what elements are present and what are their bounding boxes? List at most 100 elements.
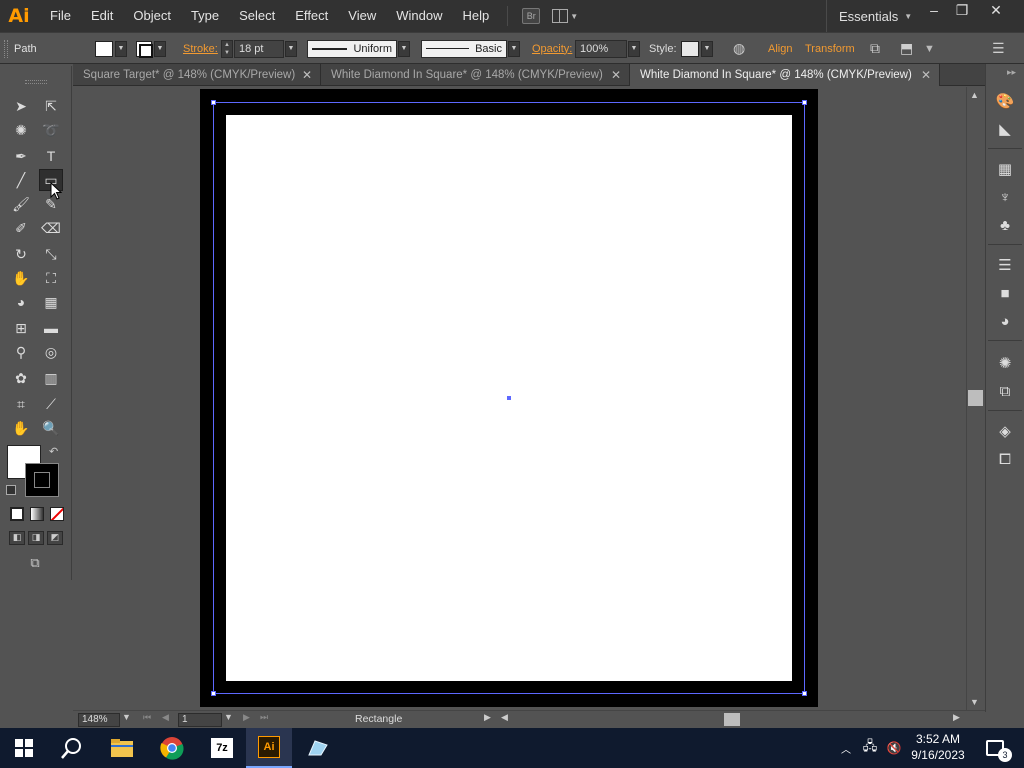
graphic-style-control[interactable]: ▼: [681, 33, 713, 64]
close-tab-icon[interactable]: ✕: [921, 68, 931, 82]
tools-panel-grip[interactable]: [25, 80, 47, 84]
horizontal-scroll-thumb[interactable]: [724, 713, 740, 726]
blob-brush-tool-icon[interactable]: ✐: [9, 217, 33, 239]
menu-select[interactable]: Select: [229, 0, 285, 32]
menu-edit[interactable]: Edit: [81, 0, 123, 32]
appearance-icon[interactable]: ✺: [994, 354, 1016, 374]
transform-panel-link[interactable]: Transform: [805, 33, 855, 64]
expand-panels-icon[interactable]: ▸▸: [1007, 67, 1016, 78]
tab-white-diamond-1[interactable]: White Diamond In Square* @ 148% (CMYK/Pr…: [321, 64, 630, 86]
layers-icon[interactable]: ◈: [994, 422, 1016, 442]
artboards-icon[interactable]: ⧠: [994, 450, 1016, 470]
network-icon[interactable]: 🖧: [860, 728, 880, 768]
menu-window[interactable]: Window: [386, 0, 452, 32]
menu-effect[interactable]: Effect: [285, 0, 338, 32]
draw-behind-icon[interactable]: ◨: [28, 531, 44, 545]
color-icon[interactable]: ◣: [994, 120, 1016, 140]
recolor-artwork-icon[interactable]: ◍: [733, 33, 745, 64]
slice-tool-icon[interactable]: ⟋: [39, 393, 63, 415]
fill-control[interactable]: ▼: [95, 33, 127, 64]
stroke-color-control[interactable]: ▼: [136, 33, 166, 64]
zoom-tool-icon[interactable]: 🔍: [39, 417, 63, 439]
selection-handle[interactable]: [211, 100, 216, 105]
opacity-panel-link[interactable]: Opacity:: [532, 33, 572, 64]
previous-artboard-icon[interactable]: ◀: [162, 712, 169, 723]
scale-tool-icon[interactable]: ⤡: [39, 243, 63, 265]
scroll-up-icon[interactable]: ▲: [970, 90, 979, 100]
stroke-icon[interactable]: ☰: [994, 256, 1016, 276]
shape-builder-tool-icon[interactable]: ◕: [9, 291, 33, 313]
gradient-icon[interactable]: ■: [994, 284, 1016, 304]
scroll-left-icon[interactable]: ◀: [501, 712, 508, 723]
start-icon[interactable]: [0, 728, 48, 768]
arrange-documents-button[interactable]: ▼: [552, 9, 578, 23]
chevron-down-icon[interactable]: ▼: [224, 712, 233, 722]
volume-muted-icon[interactable]: 🔇: [884, 728, 904, 768]
close-tab-icon[interactable]: ✕: [302, 68, 312, 82]
chrome-icon[interactable]: [148, 728, 196, 768]
swatches-icon[interactable]: ▦: [994, 160, 1016, 180]
menu-view[interactable]: View: [338, 0, 386, 32]
chevron-down-icon[interactable]: ▼: [122, 712, 131, 722]
action-center-icon[interactable]: 3: [980, 728, 1012, 768]
show-hidden-icons[interactable]: ︿: [836, 728, 856, 768]
line-segment-tool-icon[interactable]: ╱: [9, 169, 33, 191]
last-artboard-icon[interactable]: ⏭: [260, 712, 268, 723]
selection-tool-icon[interactable]: ➤: [9, 95, 33, 117]
selection-handle[interactable]: [802, 100, 807, 105]
color-mode-icon[interactable]: [10, 507, 24, 521]
vertical-scroll-thumb[interactable]: [968, 390, 983, 406]
7zip-icon[interactable]: 7z: [198, 728, 246, 768]
stroke-color-swatch[interactable]: [25, 463, 59, 497]
first-artboard-icon[interactable]: ⏮: [143, 712, 151, 723]
variable-width-profile[interactable]: Uniform ▼: [307, 33, 410, 64]
close-tab-icon[interactable]: ✕: [611, 68, 621, 82]
pen-tool-icon[interactable]: ✒: [9, 145, 33, 167]
tab-square-target[interactable]: Square Target* @ 148% (CMYK/Preview) ✕: [73, 64, 321, 86]
style-swatch[interactable]: [681, 40, 699, 57]
gradient-mode-icon[interactable]: [30, 507, 44, 521]
chevron-down-icon[interactable]: ▼: [398, 40, 410, 57]
stroke-weight-stepper[interactable]: ▲ ▼: [221, 39, 233, 58]
eyedropper-tool-icon[interactable]: ⚲: [9, 341, 33, 363]
gradient-tool-icon[interactable]: ▬: [39, 317, 63, 339]
zoom-level-field[interactable]: 148%: [78, 713, 120, 727]
symbol-sprayer-tool-icon[interactable]: ✿: [9, 367, 33, 389]
stroke-swatch[interactable]: [136, 40, 153, 58]
restore-button[interactable]: ❐: [946, 0, 978, 22]
type-tool-icon[interactable]: T: [39, 145, 63, 167]
brushes-icon[interactable]: ♆: [994, 188, 1016, 208]
select-similar-icon[interactable]: ⬒: [900, 33, 913, 64]
column-graph-tool-icon[interactable]: ▥: [39, 367, 63, 389]
magic-wand-tool-icon[interactable]: ✺: [9, 119, 33, 141]
symbols-icon[interactable]: ♣: [994, 216, 1016, 236]
chevron-down-icon[interactable]: ▼: [115, 40, 127, 57]
chevron-down-icon[interactable]: ▼: [924, 33, 935, 64]
free-transform-tool-icon[interactable]: ⛶: [39, 267, 63, 289]
next-artboard-icon[interactable]: ▶: [243, 712, 250, 723]
bridge-button[interactable]: Br: [522, 8, 541, 24]
stroke-weight-control[interactable]: ▲ ▼ 18 pt ▼: [221, 33, 297, 64]
scroll-down-icon[interactable]: ▼: [970, 697, 979, 707]
eraser-tool-icon[interactable]: ⌫: [39, 217, 63, 239]
default-fill-stroke-icon[interactable]: [6, 485, 16, 495]
brush-definition[interactable]: Basic ▼: [421, 33, 520, 64]
draw-inside-icon[interactable]: ◩: [47, 531, 63, 545]
status-menu-icon[interactable]: ▶: [484, 712, 491, 723]
chevron-down-icon[interactable]: ▼: [701, 40, 713, 57]
stroke-weight-input[interactable]: 18 pt: [234, 39, 284, 58]
file-explorer-icon[interactable]: [98, 728, 146, 768]
transparency-icon[interactable]: ◕: [994, 312, 1016, 332]
scroll-right-icon[interactable]: ▶: [953, 712, 960, 723]
system-clock[interactable]: 3:52 AM 9/16/2023: [904, 731, 972, 763]
menu-help[interactable]: Help: [452, 0, 499, 32]
lasso-tool-icon[interactable]: ➰: [39, 119, 63, 141]
hand-tool-icon[interactable]: ✋: [9, 417, 33, 439]
selection-handle[interactable]: [211, 691, 216, 696]
artboard-number-field[interactable]: 1: [178, 713, 222, 727]
draw-normal-icon[interactable]: ◧: [9, 531, 25, 545]
direct-selection-tool-icon[interactable]: ⇱: [39, 95, 63, 117]
rotate-tool-icon[interactable]: ↻: [9, 243, 33, 265]
chevron-down-icon[interactable]: ▼: [508, 40, 520, 57]
menu-object[interactable]: Object: [123, 0, 181, 32]
